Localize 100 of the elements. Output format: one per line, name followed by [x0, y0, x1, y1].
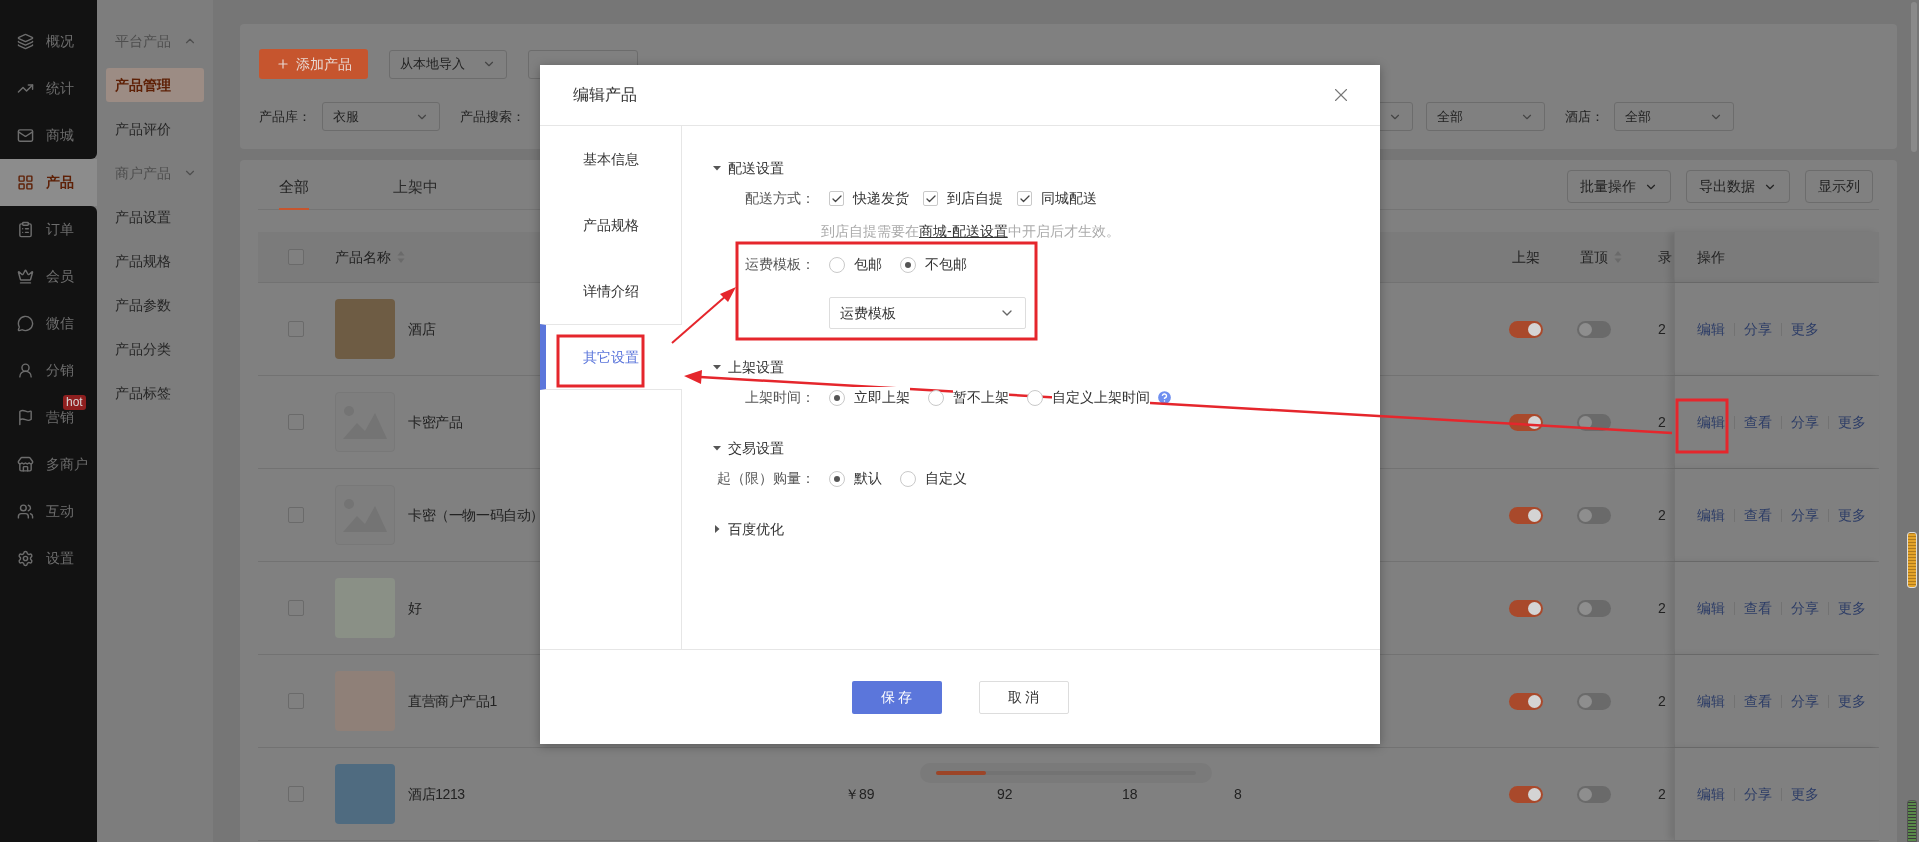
toggle-switch[interactable]: [1509, 599, 1543, 617]
table-cell: 8: [1234, 785, 1242, 802]
action-link[interactable]: 分享: [1791, 411, 1819, 433]
table-cell: ￥89: [845, 785, 875, 802]
dialog-tab[interactable]: 基本信息: [540, 126, 682, 192]
sidebar-item[interactable]: 互动: [0, 488, 97, 535]
horizontal-scrollbar[interactable]: [920, 763, 1212, 783]
action-link[interactable]: 查看: [1744, 411, 1772, 433]
toggle-switch[interactable]: [1577, 692, 1611, 710]
action-link[interactable]: 更多: [1838, 597, 1866, 619]
action-link[interactable]: 分享: [1791, 504, 1819, 526]
section-title[interactable]: 上架设置: [728, 356, 784, 378]
select-field[interactable]: 全部: [1426, 102, 1545, 131]
action-link[interactable]: 编辑: [1697, 597, 1725, 619]
store-icon: [17, 456, 34, 473]
add-product-button[interactable]: 添加产品: [259, 49, 368, 79]
list-tab[interactable]: 上架中: [393, 170, 438, 210]
sidebar-item[interactable]: 商城: [0, 112, 97, 159]
save-button[interactable]: 保 存: [851, 680, 942, 714]
nav-item[interactable]: 产品设置: [106, 200, 204, 234]
sidebar-item[interactable]: 订单: [0, 206, 97, 253]
toolbar-button[interactable]: 批量操作: [1567, 170, 1671, 203]
toggle-switch[interactable]: [1509, 320, 1543, 338]
radio-button[interactable]: [900, 470, 916, 487]
nav-item[interactable]: 产品分类: [106, 332, 204, 366]
nav-item[interactable]: 产品规格: [106, 244, 204, 278]
nav-item[interactable]: 产品评价: [106, 112, 204, 146]
dialog-tab[interactable]: 其它设置: [540, 324, 682, 390]
action-link[interactable]: 编辑: [1697, 318, 1725, 340]
grid-icon: [17, 174, 34, 191]
checkbox[interactable]: [829, 191, 844, 206]
select-field[interactable]: 从本地导入: [389, 49, 507, 79]
action-link[interactable]: 查看: [1744, 504, 1772, 526]
template-select[interactable]: 运费模板: [829, 297, 1026, 329]
checkbox[interactable]: [1017, 191, 1032, 206]
checkbox[interactable]: [923, 191, 938, 206]
clipboard-icon: [17, 221, 34, 238]
radio-button[interactable]: [829, 470, 845, 487]
table-cell: 2: [1658, 320, 1666, 337]
caret-right-icon[interactable]: [713, 525, 721, 533]
toggle-switch[interactable]: [1509, 506, 1543, 524]
filter-label: 产品搜索：: [460, 107, 525, 126]
action-link[interactable]: 分享: [1791, 690, 1819, 712]
caret-down-icon[interactable]: [713, 363, 721, 371]
toggle-switch[interactable]: [1577, 506, 1611, 524]
radio-button[interactable]: [900, 256, 916, 273]
envelope-icon: [17, 127, 34, 144]
sidebar-item[interactable]: 分销: [0, 347, 97, 394]
toolbar-button[interactable]: 显示列: [1805, 170, 1873, 203]
product-name: 直营商户产品1: [408, 691, 497, 711]
toggle-switch[interactable]: [1577, 785, 1611, 803]
sidebar-item[interactable]: 概况: [0, 18, 97, 65]
action-link[interactable]: 查看: [1744, 597, 1772, 619]
section-title[interactable]: 百度优化: [728, 518, 784, 540]
action-link[interactable]: 更多: [1838, 504, 1866, 526]
select-field[interactable]: 全部: [1614, 102, 1734, 131]
sidebar-item[interactable]: 设置: [0, 535, 97, 582]
radio-button[interactable]: [1027, 389, 1043, 406]
help-icon[interactable]: [1156, 389, 1173, 406]
section-title[interactable]: 交易设置: [728, 437, 784, 459]
caret-down-icon[interactable]: [713, 444, 721, 452]
cancel-button[interactable]: 取 消: [978, 680, 1069, 714]
nav-item[interactable]: 产品参数: [106, 288, 204, 322]
caret-down-icon[interactable]: [713, 164, 721, 172]
action-link[interactable]: 分享: [1744, 783, 1772, 805]
action-link[interactable]: 更多: [1791, 318, 1819, 340]
action-link[interactable]: 查看: [1744, 690, 1772, 712]
chat-bubble-icon: [17, 315, 34, 332]
toggle-switch[interactable]: [1509, 785, 1543, 803]
field-label: 运费模板：: [745, 255, 815, 274]
action-link[interactable]: 分享: [1744, 318, 1772, 340]
radio-button[interactable]: [829, 389, 845, 406]
dialog-tab[interactable]: 产品规格: [540, 192, 682, 258]
action-link[interactable]: 分享: [1791, 597, 1819, 619]
radio-button[interactable]: [829, 256, 845, 273]
sidebar-item[interactable]: 多商户: [0, 441, 97, 488]
sidebar-item[interactable]: 统计: [0, 65, 97, 112]
toolbar-button[interactable]: 导出数据: [1686, 170, 1790, 203]
list-tab[interactable]: 全部: [279, 170, 309, 210]
action-link[interactable]: 编辑: [1697, 783, 1725, 805]
action-link[interactable]: 编辑: [1697, 690, 1725, 712]
toggle-switch[interactable]: [1509, 692, 1543, 710]
section-title[interactable]: 配送设置: [728, 157, 784, 179]
sidebar-item[interactable]: 微信: [0, 300, 97, 347]
action-link[interactable]: 编辑: [1697, 504, 1725, 526]
toggle-switch[interactable]: [1577, 320, 1611, 338]
action-link[interactable]: 更多: [1791, 783, 1819, 805]
select-field[interactable]: 衣服: [322, 102, 440, 131]
sidebar-item[interactable]: 产品: [0, 159, 97, 206]
crown-icon: [17, 268, 34, 285]
sidebar-item[interactable]: 会员: [0, 253, 97, 300]
highlight-frame: [1675, 398, 1729, 454]
toggle-switch[interactable]: [1577, 599, 1611, 617]
nav-item[interactable]: 产品标签: [106, 376, 204, 410]
action-link[interactable]: 更多: [1838, 690, 1866, 712]
nav-item[interactable]: 产品管理: [106, 68, 204, 102]
dialog-tab[interactable]: 详情介绍: [540, 258, 682, 324]
action-link[interactable]: 编辑: [1697, 411, 1725, 433]
settings-link[interactable]: 商城-配送设置: [919, 223, 1008, 239]
action-link[interactable]: 更多: [1838, 411, 1866, 433]
